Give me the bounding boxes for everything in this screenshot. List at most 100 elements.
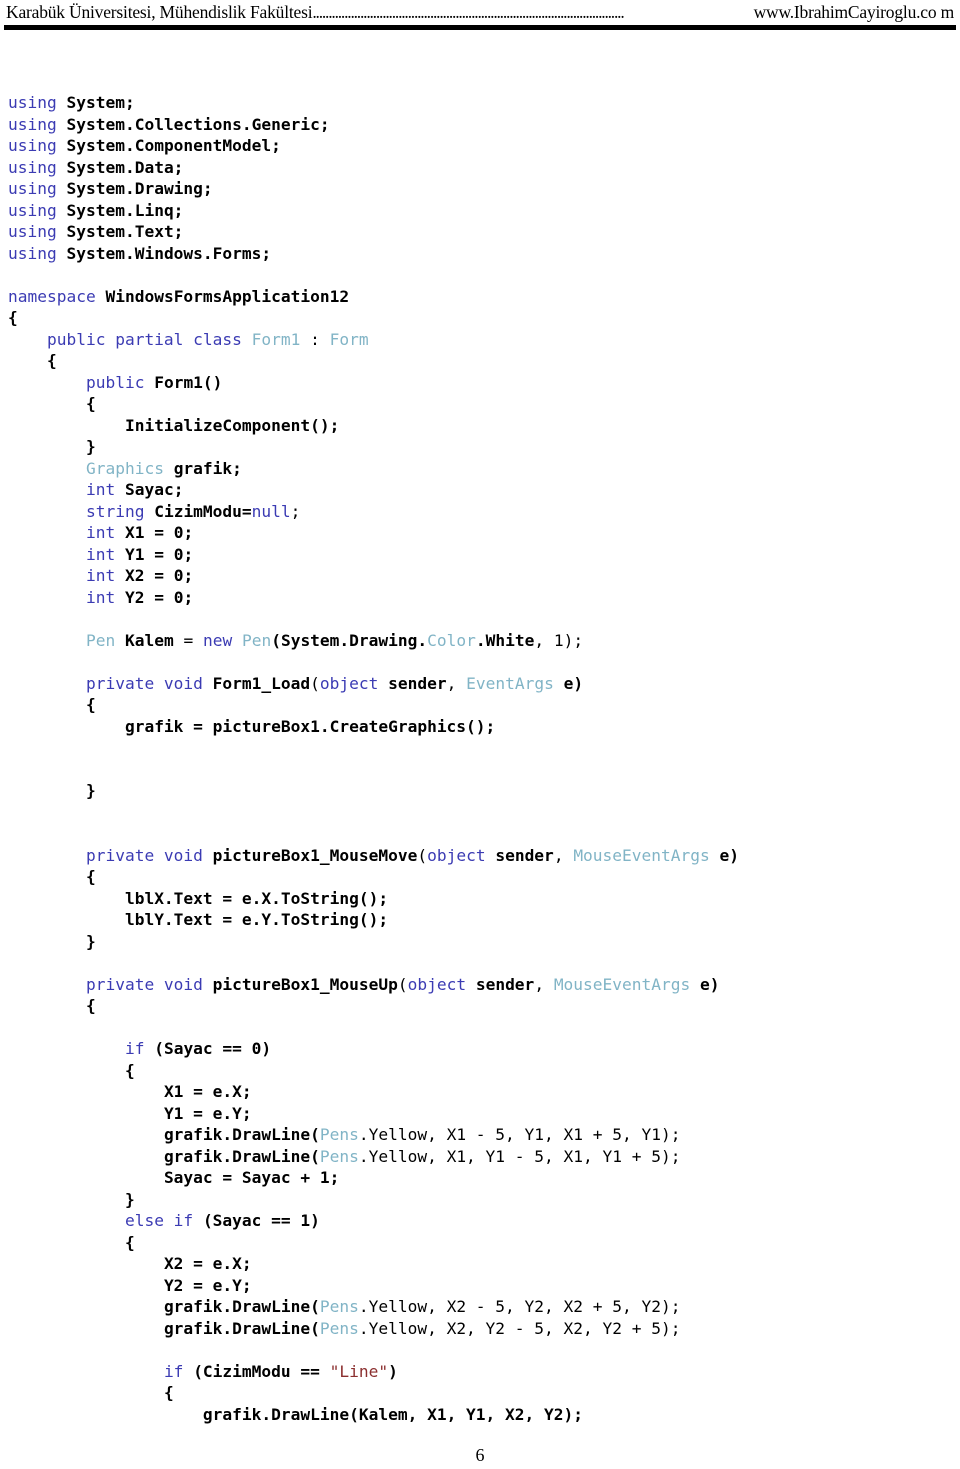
code-line: { [0,1232,960,1254]
code-token: int [85,523,116,543]
code-token: , [534,974,554,994]
code-line: public Form1() [0,372,960,394]
code-token: .Yellow, X1 - 5, Y1, X1 + 5, Y1); [358,1125,681,1145]
code-token: Kalem [124,630,174,650]
code-token: System.Windows.Forms; [66,243,272,263]
code-token: { [124,1060,135,1080]
code-token: System.Drawing; [66,179,213,199]
code-line: { [0,393,960,415]
code-token: grafik.DrawLine( [163,1146,320,1166]
code-token: System.Text; [66,222,184,242]
code-line: else if (Sayac == 1) [0,1210,960,1232]
code-token: private void [85,974,203,994]
code-token: grafik.DrawLine( [163,1125,320,1145]
code-token: InitializeComponent(); [124,415,340,435]
code-token: e) [563,673,584,693]
code-token: Pens [319,1297,359,1317]
code-token: "Line" [329,1361,389,1381]
code-token: } [85,437,96,457]
code-token: grafik.DrawLine( [163,1297,320,1317]
code-token: grafik; [173,458,242,478]
code-line: private void pictureBox1_MouseMove(objec… [0,845,960,867]
code-token: grafik.DrawLine(Kalem, X1, Y1, X2, Y2); [202,1404,584,1424]
code-line: Graphics grafik; [0,458,960,480]
code-line: using System.Windows.Forms; [0,243,960,265]
code-line: private void Form1_Load(object sender, E… [0,673,960,695]
code-token: { [85,867,96,887]
code-line: lblY.Text = e.Y.ToString(); [0,909,960,931]
code-token: System; [66,93,135,113]
code-token: object [319,673,379,693]
code-token: ( [417,845,428,865]
code-token: System.Linq; [66,200,184,220]
code-token: string [85,501,145,521]
code-line: int Y1 = 0; [0,544,960,566]
code-token: { [8,308,18,328]
code-token: X1 = e.X; [163,1082,252,1102]
code-token: Pen [85,630,116,650]
code-token: (CizimModu == [193,1361,330,1381]
code-token: { [163,1383,174,1403]
code-line: int Y2 = 0; [0,587,960,609]
code-token: : [300,329,330,349]
code-line: public partial class Form1 : Form [0,329,960,351]
code-token: pictureBox1_MouseMove [212,845,418,865]
code-token: MouseEventArgs [553,974,691,994]
code-token: int [85,587,116,607]
header-dot-leader: ........................................… [312,2,624,22]
code-line: using System.Text; [0,221,960,243]
code-line: } [0,1189,960,1211]
code-line: { [0,995,960,1017]
code-token: X2 = e.X; [163,1254,252,1274]
code-token: ( [310,673,320,693]
code-token: using [8,136,57,156]
code-token: using [8,243,57,263]
code-line: { [0,1060,960,1082]
code-listing: using System; using System.Collections.Ge… [0,92,960,1425]
code-line: using System.Drawing; [0,178,960,200]
code-line: Y2 = e.Y; [0,1275,960,1297]
code-token: new [202,630,233,650]
code-token: X2 = 0; [124,566,194,586]
code-line: { [0,866,960,888]
code-token: EventArgs [466,673,554,693]
code-token: namespace [8,286,96,306]
code-line: } [0,436,960,458]
code-line: { [0,1382,960,1404]
code-token: .Yellow, X2, Y2 - 5, X2, Y2 + 5); [358,1318,681,1338]
code-token: { [46,351,57,371]
code-token: lblX.Text = e.X.ToString(); [124,888,389,908]
code-line: namespace WindowsFormsApplication12 [0,286,960,308]
code-line: private void pictureBox1_MouseUp(object … [0,974,960,996]
code-token: object [407,974,467,994]
code-line: X2 = e.X; [0,1253,960,1275]
code-token: using [8,93,57,113]
code-token: sender [495,845,554,865]
